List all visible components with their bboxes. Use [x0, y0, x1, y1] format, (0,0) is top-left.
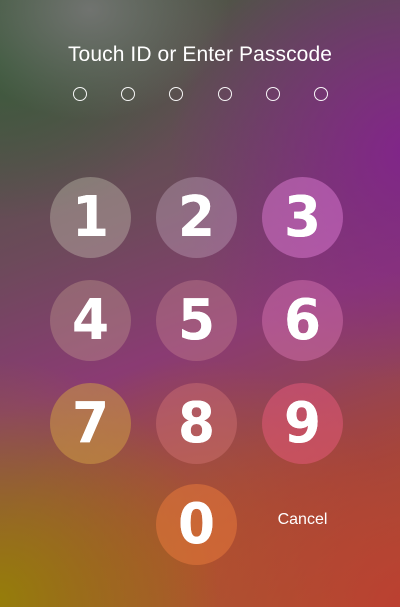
key-digit: 8 [177, 390, 216, 456]
passcode-dot [265, 87, 280, 101]
key-digit: 2 [177, 184, 216, 250]
key-digit: 9 [283, 390, 322, 456]
passcode-dots [73, 87, 328, 105]
key-digit: 0 [177, 491, 216, 557]
passcode-dot [313, 87, 328, 101]
keypad-key-4[interactable]: 4 [50, 280, 131, 361]
key-digit: 3 [283, 184, 322, 250]
keypad-key-8[interactable]: 8 [156, 383, 237, 464]
key-digit: 6 [283, 287, 322, 353]
keypad-key-2[interactable]: 2 [156, 177, 237, 258]
key-digit: 4 [71, 287, 110, 353]
passcode-dot [121, 87, 136, 101]
keypad-key-5[interactable]: 5 [156, 280, 237, 361]
passcode-dot [169, 87, 184, 101]
passcode-dot [73, 87, 87, 101]
keypad-key-0[interactable]: 0 [156, 484, 237, 565]
key-digit: 7 [71, 390, 110, 456]
keypad-key-3[interactable]: 3 [262, 177, 343, 258]
passcode-dot [217, 87, 232, 101]
keypad-key-7[interactable]: 7 [50, 383, 131, 464]
cancel-button[interactable]: Cancel [262, 511, 343, 529]
key-digit: 1 [71, 184, 110, 250]
keypad-key-1[interactable]: 1 [50, 177, 131, 258]
passcode-prompt-title: Touch ID or Enter Passcode [67, 43, 333, 66]
key-digit: 5 [177, 287, 216, 353]
keypad-key-9[interactable]: 9 [262, 383, 343, 464]
keypad-key-6[interactable]: 6 [262, 280, 343, 361]
